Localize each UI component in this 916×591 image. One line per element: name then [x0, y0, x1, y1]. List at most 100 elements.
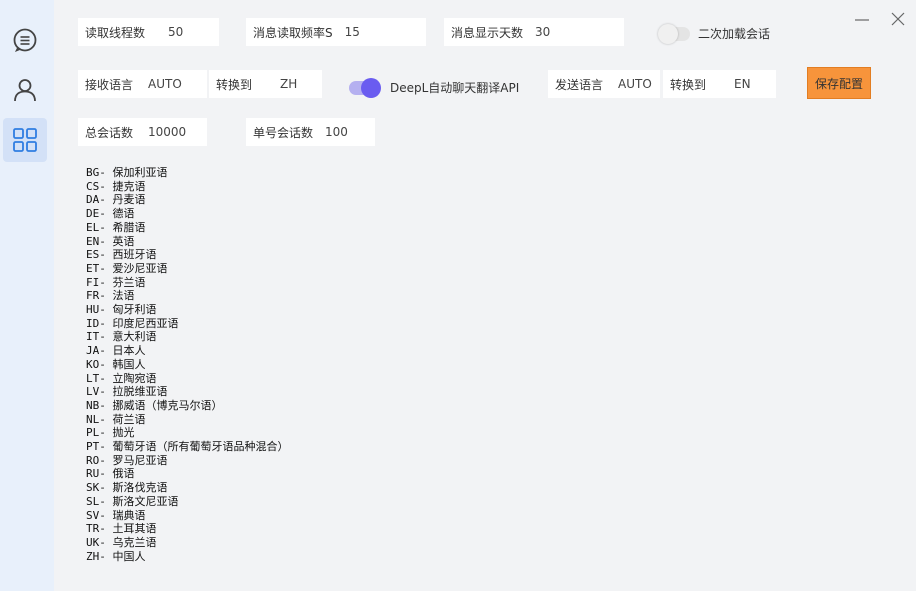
send-language-label: 发送语言 — [555, 77, 604, 92]
read-frequency-value[interactable]: 15 — [345, 25, 360, 39]
thread-count-label: 读取线程数 — [85, 25, 146, 40]
language-name: 葡萄牙语（所有葡萄牙语品种混合） — [112, 440, 289, 454]
language-list-item: NB- 挪威语（博克马尔语） — [86, 399, 289, 413]
language-list-item: UK- 乌克兰语 — [86, 536, 289, 550]
language-code: FR- — [86, 289, 106, 303]
language-list-item: ET- 爱沙尼亚语 — [86, 262, 289, 276]
language-code: EN- — [86, 234, 106, 248]
send-convert-field[interactable]: 转换到 EN — [663, 70, 776, 98]
language-name: 爱沙尼亚语 — [112, 261, 168, 275]
receive-language-field[interactable]: 接收语言 AUTO — [78, 70, 207, 98]
language-code: TR- — [86, 522, 106, 536]
language-code: CS- — [86, 179, 106, 193]
language-list-item: ZH- 中国人 — [86, 550, 289, 564]
language-code: BG- — [86, 166, 106, 179]
language-list-item: SK- 斯洛伐克语 — [86, 481, 289, 495]
language-name: 抛光 — [112, 426, 135, 440]
display-days-value[interactable]: 30 — [535, 25, 550, 39]
language-name: 日本人 — [112, 344, 146, 358]
language-code: ID- — [86, 316, 106, 330]
language-name: 拉脱维亚语 — [112, 385, 168, 399]
send-language-value[interactable]: AUTO — [618, 77, 652, 91]
language-code: HU- — [86, 303, 106, 317]
receive-convert-label: 转换到 — [216, 77, 253, 92]
language-name: 英语 — [112, 234, 135, 248]
language-name: 芬兰语 — [112, 275, 146, 289]
send-convert-value[interactable]: EN — [734, 77, 751, 91]
deepl-auto-option: DeepL自动聊天翻译API — [349, 77, 519, 98]
language-name: 荷兰语 — [112, 412, 146, 426]
chat-bubble-icon — [13, 28, 37, 52]
language-list-item: PT- 葡萄牙语（所有葡萄牙语品种混合） — [86, 440, 289, 454]
language-code: PL- — [86, 426, 106, 440]
user-icon — [14, 79, 36, 102]
language-name: 捷克语 — [112, 179, 146, 193]
language-list-item: PL- 抛光 — [86, 426, 289, 440]
language-code-list: BG- 保加利亚语 CS- 捷克语 DA- 丹麦语 DE- 德语 EL- 希腊语 EN- … — [86, 166, 289, 563]
language-name: 俄语 — [112, 467, 135, 481]
language-list-item: EN- 英语 — [86, 235, 289, 249]
close-icon — [891, 12, 905, 26]
language-code: KO- — [86, 357, 106, 371]
language-list-item: FI- 芬兰语 — [86, 276, 289, 290]
thread-count-field[interactable]: 读取线程数 50 — [78, 18, 219, 46]
language-code: DA- — [86, 193, 106, 207]
language-list-item: CS- 捷克语 — [86, 180, 289, 194]
total-sessions-field[interactable]: 总会话数 10000 — [78, 118, 207, 146]
language-list-item: ID- 印度尼西亚语 — [86, 317, 289, 331]
language-list-item: DE- 德语 — [86, 207, 289, 221]
sidebar-item-apps[interactable] — [3, 118, 47, 162]
display-days-label: 消息显示天数 — [451, 25, 524, 40]
read-frequency-field[interactable]: 消息读取频率S 15 — [246, 18, 426, 46]
language-list-item: RO- 罗马尼亚语 — [86, 454, 289, 468]
language-code: RO- — [86, 453, 106, 467]
display-days-field[interactable]: 消息显示天数 30 — [444, 18, 624, 46]
language-list-item: JA- 日本人 — [86, 344, 289, 358]
sidebar-item-chats[interactable] — [3, 18, 47, 62]
language-name: 立陶宛语 — [112, 371, 157, 385]
save-config-button[interactable]: 保存配置 — [807, 67, 871, 99]
language-code: PT- — [86, 440, 106, 454]
language-code: ZH- — [86, 549, 106, 563]
receive-convert-field[interactable]: 转换到 ZH — [209, 70, 322, 98]
sidebar-item-account[interactable] — [3, 68, 47, 112]
send-language-field[interactable]: 发送语言 AUTO — [548, 70, 660, 98]
language-list-item: SL- 斯洛文尼亚语 — [86, 495, 289, 509]
language-code: DE- — [86, 207, 106, 221]
language-list-item: LV- 拉脱维亚语 — [86, 385, 289, 399]
language-list-item: IT- 意大利语 — [86, 330, 289, 344]
close-button[interactable] — [888, 10, 908, 30]
language-name: 匈牙利语 — [112, 303, 157, 317]
single-sessions-field[interactable]: 单号会话数 100 — [246, 118, 375, 146]
language-name: 土耳其语 — [112, 522, 157, 536]
secondary-load-option: 二次加载会话 — [658, 23, 770, 44]
language-list-item: EL- 希腊语 — [86, 221, 289, 235]
language-code: SV- — [86, 508, 106, 522]
language-name: 希腊语 — [112, 220, 146, 234]
language-list-item: FR- 法语 — [86, 289, 289, 303]
language-name: 中国人 — [112, 549, 146, 563]
language-code: LT- — [86, 371, 106, 385]
language-code: IT- — [86, 330, 106, 344]
single-sessions-value[interactable]: 100 — [325, 125, 348, 139]
total-sessions-value[interactable]: 10000 — [148, 125, 186, 139]
language-code: FI- — [86, 275, 106, 289]
language-code: UK- — [86, 535, 106, 549]
single-sessions-label: 单号会话数 — [253, 125, 314, 140]
total-sessions-label: 总会话数 — [85, 125, 134, 140]
send-convert-label: 转换到 — [670, 77, 707, 92]
receive-convert-value[interactable]: ZH — [280, 77, 297, 91]
minimize-button[interactable] — [852, 10, 872, 30]
deepl-auto-toggle[interactable] — [349, 77, 381, 98]
language-list-item: SV- 瑞典语 — [86, 509, 289, 523]
language-code: ET- — [86, 261, 106, 275]
language-name: 意大利语 — [112, 330, 157, 344]
secondary-load-toggle[interactable] — [658, 23, 690, 44]
language-name: 斯洛文尼亚语 — [112, 494, 179, 508]
language-list-item: KO- 韩国人 — [86, 358, 289, 372]
language-name: 法语 — [112, 289, 135, 303]
language-name: 西班牙语 — [112, 248, 157, 262]
language-list-item: RU- 俄语 — [86, 467, 289, 481]
thread-count-value[interactable]: 50 — [168, 25, 183, 39]
receive-language-value[interactable]: AUTO — [148, 77, 182, 91]
